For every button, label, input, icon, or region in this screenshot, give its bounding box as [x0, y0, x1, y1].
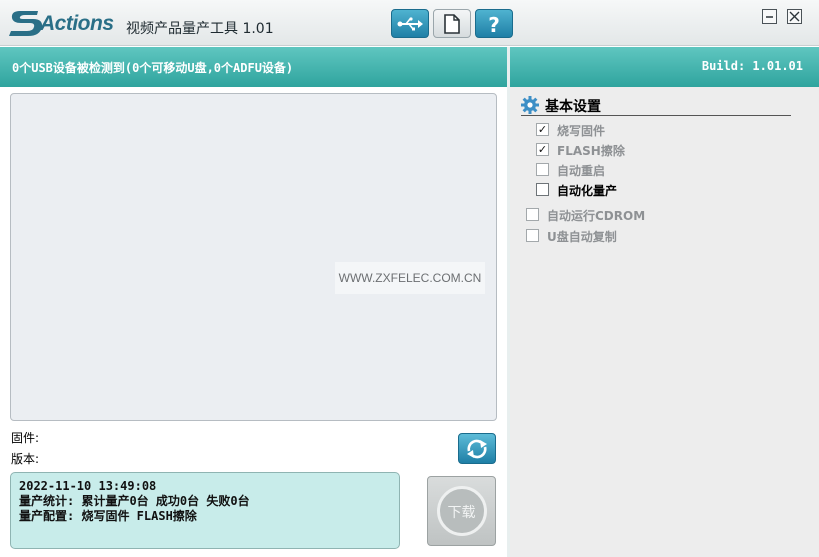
- svg-text:?: ?: [488, 13, 500, 35]
- device-list-area: WWW.ZXFELEC.COM.CN: [10, 93, 497, 421]
- minimize-button[interactable]: [762, 9, 777, 24]
- download-button[interactable]: 下载: [427, 476, 496, 546]
- refresh-button[interactable]: [458, 433, 496, 464]
- panel-divider: [507, 87, 510, 557]
- app-title: 视频产品量产工具 1.01: [126, 21, 274, 37]
- gear-icon: [521, 96, 539, 114]
- log-line: 2022-11-10 13:49:08: [19, 479, 157, 493]
- close-button[interactable]: [787, 9, 802, 24]
- checkbox[interactable]: [526, 229, 539, 242]
- section-title: 基本设置: [545, 99, 601, 115]
- firmware-label: 固件:: [11, 431, 40, 445]
- status-bar: 0个USB设备被检测到(0个可移动U盘,0个ADFU设备) Build: 1.0…: [0, 47, 819, 87]
- close-icon: [789, 11, 800, 22]
- checkbox[interactable]: [526, 208, 539, 221]
- panel-divider: [507, 47, 510, 87]
- checkbox[interactable]: ✓: [536, 123, 549, 136]
- usb-icon: [397, 16, 423, 30]
- basic-settings-header: 基本设置: [521, 94, 791, 116]
- checkbox[interactable]: [536, 163, 549, 176]
- watermark: WWW.ZXFELEC.COM.CN: [335, 262, 485, 294]
- option-label: 烧写固件: [557, 124, 606, 138]
- option-label: 自动化量产: [557, 184, 618, 198]
- minimize-icon: [766, 16, 773, 18]
- usb-button[interactable]: [391, 9, 429, 38]
- download-label: 下载: [447, 505, 476, 521]
- document-icon: [444, 13, 460, 34]
- settings-panel: 基本设置 ✓ 烧写固件 ✓ FLASH擦除 自动重启 自动化量产 自动运行CDR…: [507, 87, 819, 557]
- log-line: 量产配置: 烧写固件 FLASH擦除: [19, 509, 197, 523]
- build-version: Build: 1.01.01: [701, 59, 803, 73]
- brand-name: Actions: [40, 12, 114, 35]
- checkbox[interactable]: [536, 183, 549, 196]
- device-status-text: 0个USB设备被检测到(0个可移动U盘,0个ADFU设备): [12, 61, 294, 75]
- help-button[interactable]: ?: [475, 9, 513, 38]
- log-line: 量产统计: 累计量产0台 成功0台 失败0台: [19, 494, 250, 508]
- refresh-icon: [467, 439, 487, 458]
- left-panel: WWW.ZXFELEC.COM.CN 固件: 版本: 2022-11-10 13…: [0, 87, 507, 557]
- option-label: FLASH擦除: [557, 144, 625, 158]
- title-bar: Actions 视频产品量产工具 1.01 ?: [0, 0, 819, 46]
- actions-logo: Actions: [8, 8, 120, 38]
- checkbox[interactable]: ✓: [536, 143, 549, 156]
- option-label: 自动重启: [557, 164, 606, 178]
- option-label: U盘自动复制: [547, 230, 617, 244]
- help-icon: ?: [488, 13, 500, 35]
- option-label: 自动运行CDROM: [547, 209, 646, 223]
- version-label: 版本:: [11, 452, 40, 466]
- log-area: 2022-11-10 13:49:08 量产统计: 累计量产0台 成功0台 失败…: [10, 472, 400, 549]
- document-button[interactable]: [433, 9, 471, 38]
